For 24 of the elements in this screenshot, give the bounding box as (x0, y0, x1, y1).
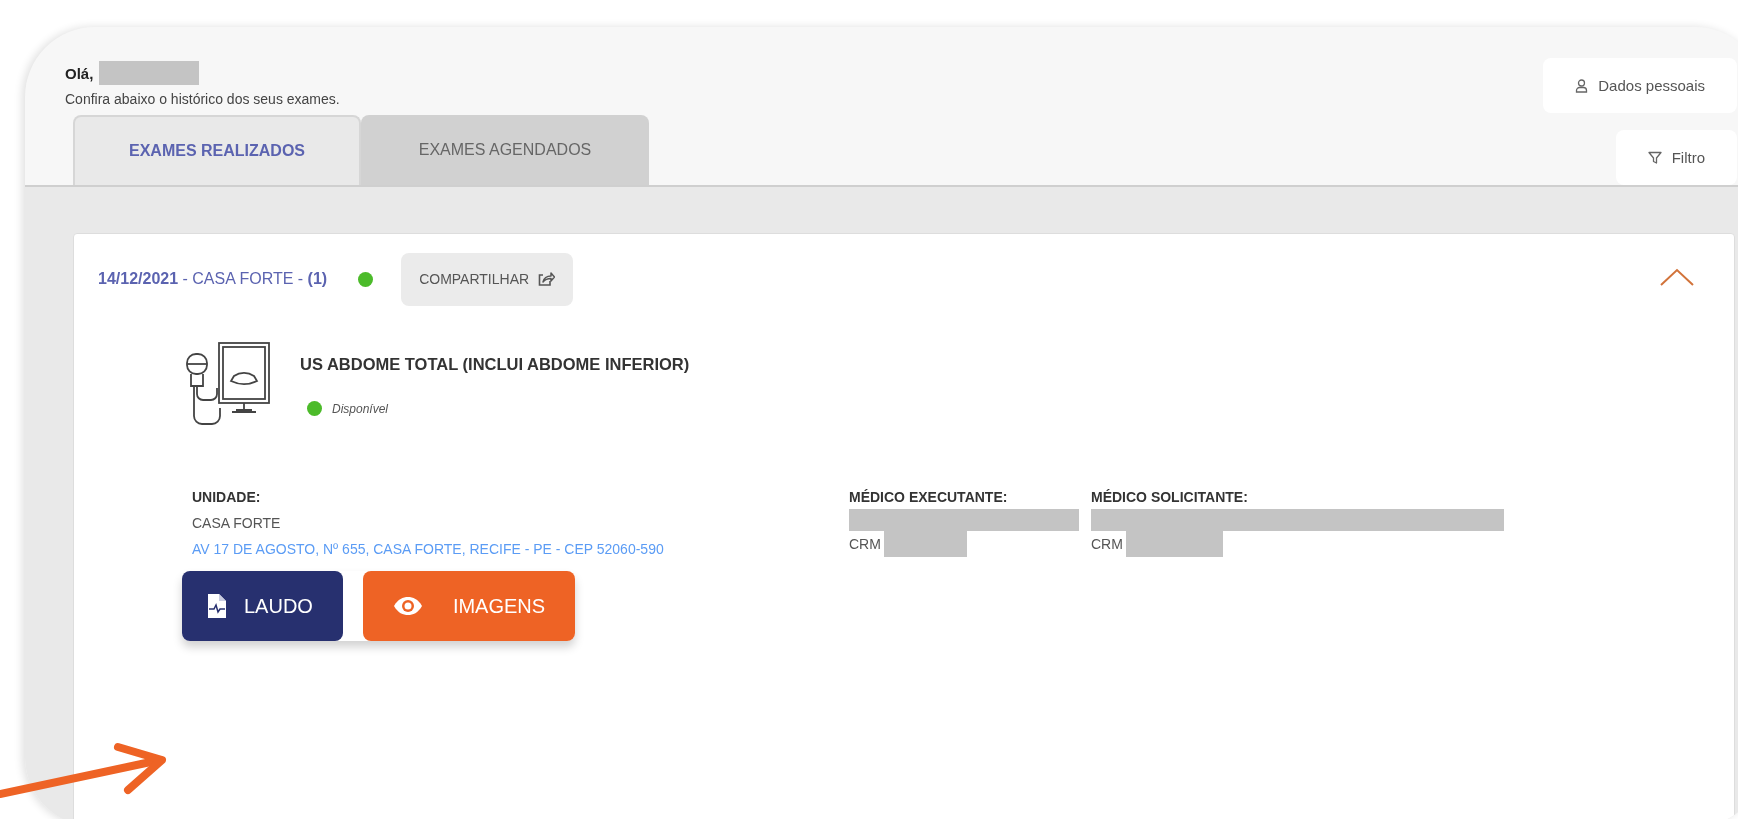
crm-label: CRM (1091, 535, 1123, 554)
tab[interactable]: EXAMES AGENDADOS (361, 115, 649, 185)
tab[interactable]: EXAMES REALIZADOS (73, 115, 361, 185)
field-label: MÉDICO SOLICITANTE: (1091, 489, 1249, 505)
user-icon (1575, 78, 1589, 93)
images-button[interactable]: IMAGENS (362, 571, 576, 641)
share-button[interactable]: COMPARTILHAR (401, 252, 574, 306)
subtitle: Confira abaixo o histórico dos seus exames. (65, 91, 341, 107)
greeting: Olá, (65, 64, 94, 82)
crm-label: CRM (849, 535, 881, 554)
share-icon (538, 271, 556, 287)
exam-name: US ABDOME TOTAL (INCLUI ABDOME INFERIOR) (300, 355, 690, 374)
unit-name: CASA FORTE (192, 514, 282, 533)
field-label: UNIDADE: (192, 489, 262, 505)
field-label: MÉDICO EXECUTANTE: (849, 489, 1009, 505)
personal-data-button[interactable]: Dados pessoais (1543, 58, 1737, 113)
chevron-up-icon[interactable] (1660, 268, 1694, 286)
report-button[interactable]: LAUDO (182, 571, 343, 641)
filter-button[interactable]: Filtro (1615, 130, 1737, 185)
document-icon (208, 594, 226, 618)
eye-icon (392, 596, 423, 616)
status-text: Disponível (332, 401, 389, 416)
filter-icon (1647, 150, 1662, 165)
visit-title: 14/12/2021 - CASA FORTE - (1) (98, 270, 328, 288)
